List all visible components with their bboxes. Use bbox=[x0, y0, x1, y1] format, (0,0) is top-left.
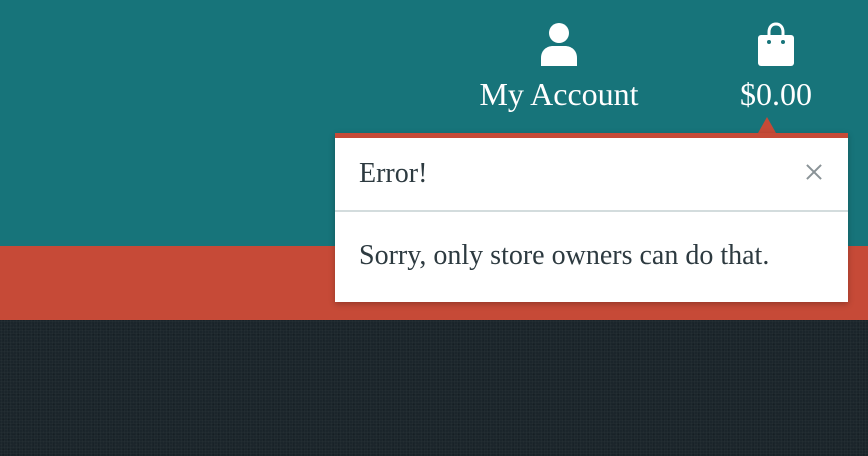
cart-total: $0.00 bbox=[740, 76, 812, 112]
popup-pointer bbox=[758, 117, 776, 133]
user-icon bbox=[541, 23, 577, 66]
shopping-bag-icon bbox=[758, 22, 794, 66]
popup-header: Error! bbox=[335, 138, 848, 212]
error-popup: Error! Sorry, only store owners can do t… bbox=[335, 133, 848, 302]
popup-title: Error! bbox=[359, 158, 428, 189]
my-account-label: My Account bbox=[479, 76, 639, 112]
page-background bbox=[0, 320, 868, 456]
cart-link[interactable]: $0.00 bbox=[726, 22, 826, 114]
close-icon[interactable] bbox=[802, 160, 826, 184]
popup-message: Sorry, only store owners can do that. bbox=[359, 240, 770, 271]
my-account-link[interactable]: My Account bbox=[466, 22, 652, 114]
